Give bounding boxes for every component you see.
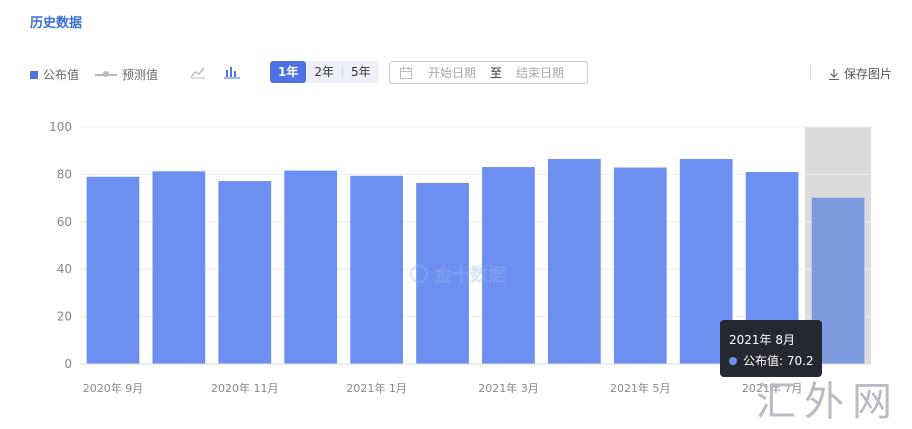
bar — [613, 167, 667, 364]
bar — [218, 181, 272, 364]
y-tick-label: 60 — [57, 215, 72, 229]
bar — [86, 176, 140, 364]
bar — [548, 158, 601, 364]
y-tick-label: 0 — [64, 357, 72, 371]
x-tick-label: 2020年 11月 — [211, 381, 279, 395]
x-tick-label: 2021年 5月 — [610, 381, 671, 395]
y-tick-label: 80 — [57, 167, 72, 181]
watermark: 金十数据 — [410, 261, 506, 287]
tooltip-value: 公布值: 70.2 — [743, 354, 814, 368]
y-tick-label: 100 — [49, 120, 72, 134]
y-tick-label: 40 — [57, 262, 72, 276]
x-tick-label: 2021年 1月 — [346, 381, 407, 395]
watermark-logo-icon — [410, 265, 428, 283]
tooltip-date: 2021年 8月 — [729, 333, 795, 347]
corner-watermark: 汇外网 — [756, 379, 900, 425]
bar — [284, 170, 338, 364]
watermark-text: 金十数据 — [434, 265, 506, 286]
tooltip-row: 公布值: 70.2 — [729, 352, 814, 369]
x-tick-label: 2020年 9月 — [83, 381, 144, 395]
x-tick-label: 2021年 3月 — [478, 381, 539, 395]
tooltip-series-dot — [729, 356, 737, 365]
y-tick-label: 20 — [57, 310, 72, 324]
bar — [350, 175, 403, 364]
bar — [152, 171, 206, 364]
